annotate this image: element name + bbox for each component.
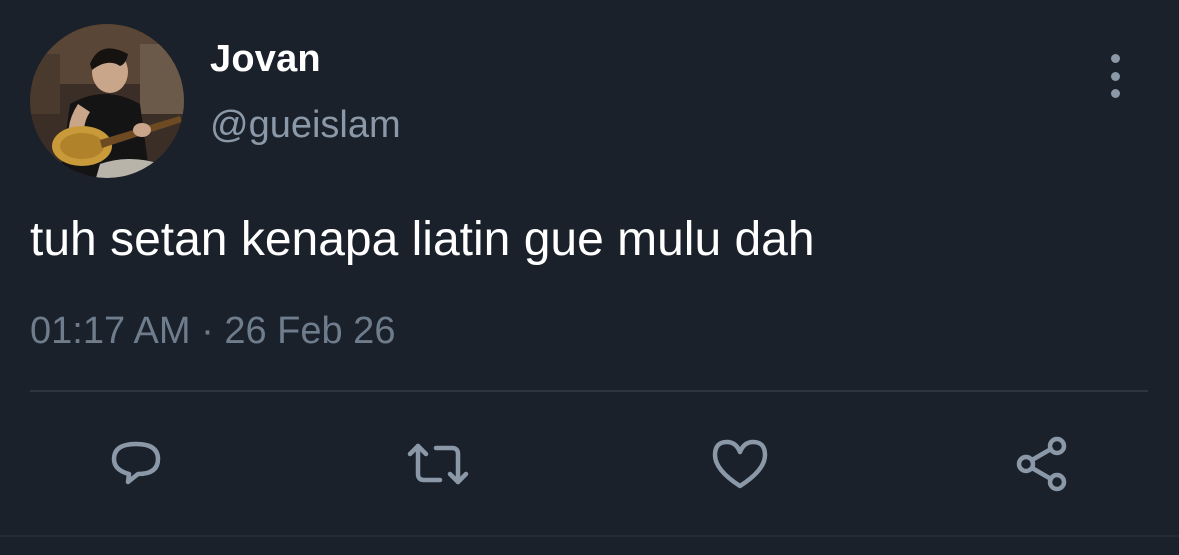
retweet-button[interactable] bbox=[406, 432, 470, 496]
heart-icon bbox=[712, 439, 768, 489]
author-handle[interactable]: @gueislam bbox=[210, 104, 401, 147]
share-button[interactable] bbox=[1012, 432, 1076, 496]
tweet-timestamp: 01:17 AM · 26 Feb 26 bbox=[30, 310, 396, 352]
reply-icon bbox=[111, 441, 161, 485]
more-options-icon-dot bbox=[1110, 71, 1120, 81]
reply-button[interactable] bbox=[104, 432, 168, 496]
author-name[interactable]: Jovan bbox=[210, 38, 321, 81]
divider bbox=[30, 390, 1148, 392]
more-options-button[interactable] bbox=[1098, 54, 1132, 98]
share-icon bbox=[1016, 436, 1067, 492]
bottom-divider bbox=[0, 535, 1179, 537]
retweet-icon bbox=[407, 443, 469, 485]
tweet-card: Jovan @gueislam tuh setan kenapa liatin … bbox=[0, 0, 1179, 555]
avatar-photo bbox=[30, 24, 184, 178]
like-button[interactable] bbox=[708, 432, 772, 496]
avatar[interactable] bbox=[30, 24, 184, 178]
more-options-icon-dot bbox=[1110, 89, 1120, 98]
tweet-text: tuh setan kenapa liatin gue mulu dah bbox=[30, 213, 815, 266]
more-options-icon bbox=[1110, 54, 1120, 63]
